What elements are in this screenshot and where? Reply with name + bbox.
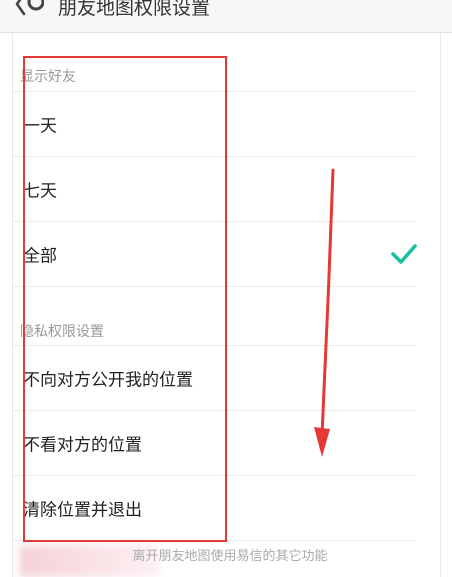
chevron-left-icon[interactable] — [14, 0, 44, 16]
settings-page: 朋友地图权限设置 显示好友 一天 七天 全部 隐私权限设置 不向对方公开我的位置… — [0, 0, 452, 577]
frame-right-line — [440, 32, 441, 577]
nav-header: 朋友地图权限设置 — [0, 0, 452, 33]
footer-hint-text: 离开朋友地图使用易信的其它功能 — [132, 549, 328, 564]
annotation-arrow-down-icon — [314, 168, 335, 457]
page-title: 朋友地图权限设置 — [58, 0, 211, 19]
checkmark-icon — [391, 244, 417, 264]
annotation-highlight-box — [23, 56, 227, 542]
